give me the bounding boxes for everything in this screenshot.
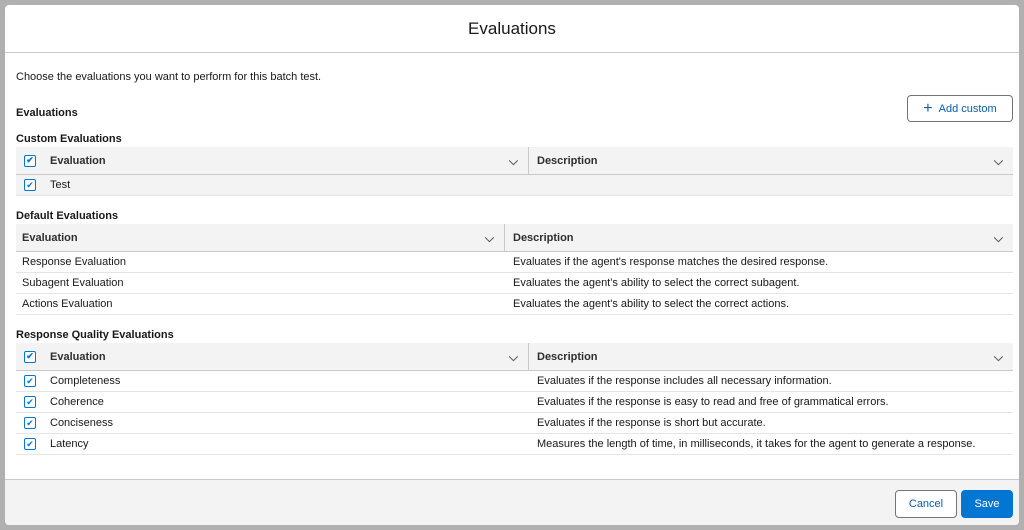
row-description: Evaluates the agent's ability to select … [513,277,800,289]
table-row: Actions Evaluation Evaluates the agent's… [16,294,1013,315]
quality-col-description-label: Description [537,350,598,363]
chevron-down-icon[interactable]: ⌵ [509,154,518,169]
row-checkbox[interactable]: ✔ [24,375,36,387]
section-title: Evaluations [16,107,78,119]
row-checkbox-cell: ✔ [16,375,44,387]
quality-select-all-checkbox[interactable]: ✔ [24,350,36,363]
default-col-evaluation[interactable]: Evaluation ⌵ [16,224,504,251]
default-evaluations-title: Default Evaluations [16,210,119,222]
row-checkbox[interactable]: ✔ [24,438,36,450]
row-description: Evaluates if the response is easy to rea… [537,396,889,408]
default-col-description[interactable]: Description ⌵ [504,224,1013,251]
checkmark-icon: ✔ [26,351,34,361]
row-evaluation: Response Evaluation [22,256,126,268]
row-checkbox[interactable]: ✔ [24,396,36,408]
row-evaluation: Conciseness [50,417,113,429]
quality-evaluations-title: Response Quality Evaluations [16,329,174,341]
custom-select-all-cell: ✔ [16,147,44,174]
checkmark-icon: ✔ [26,375,34,386]
row-checkbox-cell: ✔ [16,417,44,429]
custom-col-description-label: Description [537,154,598,167]
cancel-button[interactable]: Cancel [895,490,957,518]
row-evaluation: Completeness [50,375,121,387]
quality-select-all-cell: ✔ [16,343,44,370]
row-evaluation: Actions Evaluation [22,298,113,310]
row-checkbox[interactable]: ✔ [24,179,36,191]
add-custom-label: Add custom [938,102,997,115]
custom-col-evaluation[interactable]: Evaluation ⌵ [44,147,528,174]
row-checkbox-cell: ✔ [16,396,44,408]
row-description: Evaluates if the agent's response matche… [513,256,829,268]
custom-select-all-checkbox[interactable]: ✔ [24,154,36,167]
table-row[interactable]: ✔ Test [16,175,1013,196]
row-evaluation: Latency [50,438,89,450]
row-evaluation: Coherence [50,396,104,408]
modal-title: Evaluations [468,18,556,38]
chevron-down-icon[interactable]: ⌵ [509,350,518,365]
quality-col-evaluation-label: Evaluation [50,350,106,363]
custom-col-description[interactable]: Description ⌵ [528,147,1013,174]
modal-footer: Cancel Save [5,479,1019,525]
default-col-evaluation-label: Evaluation [22,231,78,244]
save-button[interactable]: Save [961,490,1013,518]
modal-header: Evaluations [5,5,1019,53]
row-description: Evaluates if the response is short but a… [537,417,766,429]
row-checkbox-cell: ✔ [16,438,44,450]
modal-body: Choose the evaluations you want to perfo… [5,53,1019,479]
chevron-down-icon[interactable]: ⌵ [994,231,1003,246]
table-row[interactable]: ✔ Coherence Evaluates if the response is… [16,392,1013,413]
table-row: Response Evaluation Evaluates if the age… [16,252,1013,273]
row-evaluation: Test [50,179,71,191]
row-description: Evaluates the agent's ability to select … [513,298,790,310]
custom-evaluations-title: Custom Evaluations [16,133,122,145]
checkmark-icon: ✔ [26,396,34,407]
evaluations-modal: Evaluations Choose the evaluations you w… [5,5,1019,525]
row-description: Evaluates if the response includes all n… [537,375,832,387]
plus-icon: + [923,99,933,117]
table-row[interactable]: ✔ Completeness Evaluates if the response… [16,371,1013,392]
quality-col-evaluation[interactable]: Evaluation ⌵ [44,343,528,370]
default-evaluations-table: Evaluation ⌵ Description ⌵ Response Eval… [16,224,1013,315]
quality-evaluations-table: ✔ Evaluation ⌵ Description ⌵ ✔ Completen… [16,343,1013,455]
chevron-down-icon[interactable]: ⌵ [485,231,494,246]
checkmark-icon: ✔ [26,417,34,428]
table-row: Subagent Evaluation Evaluates the agent'… [16,273,1013,294]
chevron-down-icon[interactable]: ⌵ [994,154,1003,169]
checkmark-icon: ✔ [26,155,34,165]
table-row[interactable]: ✔ Conciseness Evaluates if the response … [16,413,1013,434]
row-description: Measures the length of time, in millisec… [537,438,976,450]
row-checkbox-cell: ✔ [16,179,44,191]
custom-table-header: ✔ Evaluation ⌵ Description ⌵ [16,147,1013,175]
custom-evaluations-table: ✔ Evaluation ⌵ Description ⌵ ✔ Test [16,147,1013,196]
row-checkbox[interactable]: ✔ [24,417,36,429]
custom-col-evaluation-label: Evaluation [50,154,106,167]
default-table-header: Evaluation ⌵ Description ⌵ [16,224,1013,252]
add-custom-button[interactable]: + Add custom [907,95,1013,122]
quality-table-header: ✔ Evaluation ⌵ Description ⌵ [16,343,1013,371]
checkmark-icon: ✔ [26,438,34,449]
table-row[interactable]: ✔ Latency Measures the length of time, i… [16,434,1013,455]
checkmark-icon: ✔ [26,179,34,190]
row-evaluation: Subagent Evaluation [22,277,124,289]
chevron-down-icon[interactable]: ⌵ [994,350,1003,365]
intro-text: Choose the evaluations you want to perfo… [16,71,322,83]
default-col-description-label: Description [513,231,574,244]
quality-col-description[interactable]: Description ⌵ [528,343,1013,370]
